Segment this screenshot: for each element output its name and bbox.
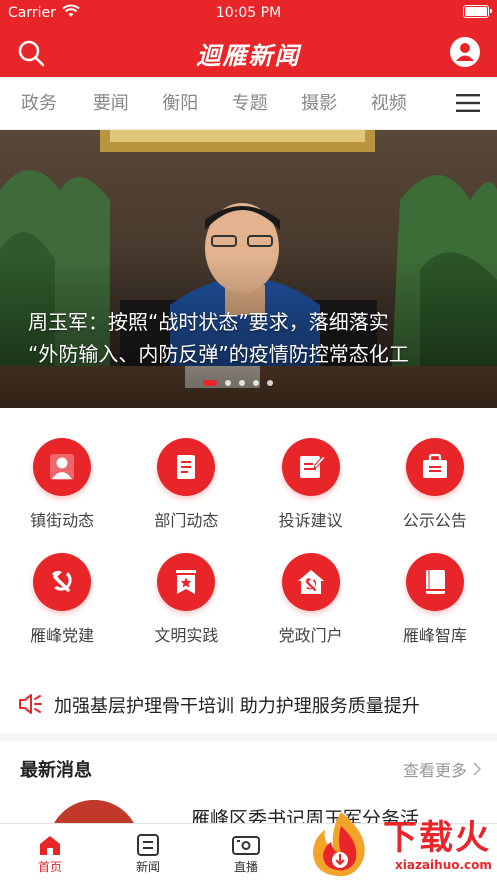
news-ticker[interactable]: 加强基层护理骨干培训 助力护理服务质量提升 xyxy=(0,683,497,725)
grid-label: 党政门户 xyxy=(278,626,343,645)
grid-row: 雁峰党建 文明实践 党政门户 雁峰智库 xyxy=(0,545,497,660)
user-icon[interactable] xyxy=(449,36,481,68)
ticker-headline[interactable]: 加强基层护理骨干培训 助力护理服务质量提升 xyxy=(54,692,420,718)
pagination-dot[interactable] xyxy=(267,380,273,386)
watermark-url: xiazaihuo.com xyxy=(395,858,492,872)
speaker-icon xyxy=(19,694,42,714)
pagination-dot[interactable] xyxy=(253,380,259,386)
banner-caption-line1: 周玉军：按照“战时状态”要求，落细落实 xyxy=(28,310,389,334)
see-more-label: 查看更多 xyxy=(402,761,467,780)
grid-item-notices[interactable]: 公示公告 xyxy=(373,430,497,545)
party-emblem-icon xyxy=(33,553,92,611)
tab-channel[interactable]: 要闻 xyxy=(76,77,146,129)
grid-item-civilization[interactable]: 文明实践 xyxy=(124,545,248,660)
grid-label: 投诉建议 xyxy=(278,511,343,530)
grid-label: 文明实践 xyxy=(154,626,219,645)
grid-item-complaints[interactable]: 投诉建议 xyxy=(249,430,373,545)
tab-news[interactable]: 新闻 xyxy=(98,824,198,875)
person-icon xyxy=(33,438,92,496)
pagination-dot[interactable] xyxy=(239,380,245,386)
book-icon xyxy=(405,553,464,611)
tab-home-label: 首页 xyxy=(37,860,62,874)
document-icon xyxy=(157,438,216,496)
tab-list: 政务要闻衡阳专题摄影视频精 xyxy=(0,77,493,129)
grid-row: 镇街动态 部门动态 投诉建议 公示公告 xyxy=(0,430,497,545)
home-icon xyxy=(40,836,60,855)
hero-banner[interactable]: 周玉军：按照“战时状态”要求，落细落实 “外防输入、内防反弹”的疫情防控常态化工 xyxy=(0,130,497,408)
latest-section-title: 最新消息 xyxy=(20,760,92,781)
status-bar: Carrier 10:05 PM xyxy=(0,0,497,24)
flame-logo-icon xyxy=(313,812,365,877)
tab-home[interactable]: 首页 xyxy=(0,824,100,875)
tab-channel[interactable]: 专题 xyxy=(215,77,285,129)
tab-channel[interactable]: 衡阳 xyxy=(146,77,216,129)
banner-pagination xyxy=(203,379,273,387)
tab-channel[interactable]: 视频 xyxy=(354,77,424,129)
tab-live-label: 直播 xyxy=(233,860,258,874)
pagination-dot[interactable] xyxy=(225,380,231,386)
banner-caption-line2: “外防输入、内防反弹”的疫情防控常态化工 xyxy=(28,342,409,366)
tab-live[interactable]: 直播 xyxy=(196,824,296,875)
header: Carrier 10:05 PM 迴雁新闻 xyxy=(0,0,497,77)
grid-label: 镇街动态 xyxy=(30,511,95,530)
section-divider xyxy=(0,733,497,741)
grid-label: 雁峰党建 xyxy=(30,626,95,645)
grid-label: 雁峰智库 xyxy=(402,626,467,645)
watermark-logo: 下载火 xiazaihuo.com xyxy=(291,808,492,883)
function-grid: 镇街动态 部门动态 投诉建议 公示公告 雁峰党建 文明实践 党政门户 雁峰智库 xyxy=(0,430,497,660)
news-icon xyxy=(137,834,159,856)
app-title: 迴雁新闻 xyxy=(196,41,301,70)
bag-icon xyxy=(405,438,464,496)
video-icon xyxy=(232,836,260,855)
grid-item-think-tank[interactable]: 雁峰智库 xyxy=(373,545,497,660)
watermark-text: 下载火 xyxy=(383,818,491,858)
grid-item-gov-portal[interactable]: 党政门户 xyxy=(249,545,373,660)
pagination-dot[interactable] xyxy=(203,380,217,386)
channel-tabs: 政务要闻衡阳专题摄影视频精 xyxy=(0,77,497,130)
house-emblem-icon xyxy=(281,553,340,611)
grid-item-dept-news[interactable]: 部门动态 xyxy=(124,430,248,545)
edit-icon xyxy=(281,438,340,496)
banner-caption: 周玉军：按照“战时状态”要求，落细落实 “外防输入、内防反弹”的疫情防控常态化工 xyxy=(28,306,478,370)
tab-channel[interactable]: 政务 xyxy=(0,77,76,129)
tab-channel[interactable]: 摄影 xyxy=(285,77,355,129)
grid-label: 部门动态 xyxy=(154,511,219,530)
menu-icon[interactable] xyxy=(456,93,480,113)
tab-news-label: 新闻 xyxy=(135,860,160,874)
grid-item-street-news[interactable]: 镇街动态 xyxy=(0,430,124,545)
grid-label: 公示公告 xyxy=(402,511,467,530)
battery-icon xyxy=(463,5,492,18)
see-more-link[interactable]: 查看更多 xyxy=(403,757,481,781)
clock: 10:05 PM xyxy=(215,5,282,21)
grid-item-party-building[interactable]: 雁峰党建 xyxy=(0,545,124,660)
navbar: 迴雁新闻 xyxy=(0,28,497,74)
chevron-right-icon xyxy=(473,762,481,776)
star-flag-icon xyxy=(157,553,216,611)
app-screen: Carrier 10:05 PM 迴雁新闻 政务要闻衡阳专题摄影视频精 xyxy=(0,0,497,883)
